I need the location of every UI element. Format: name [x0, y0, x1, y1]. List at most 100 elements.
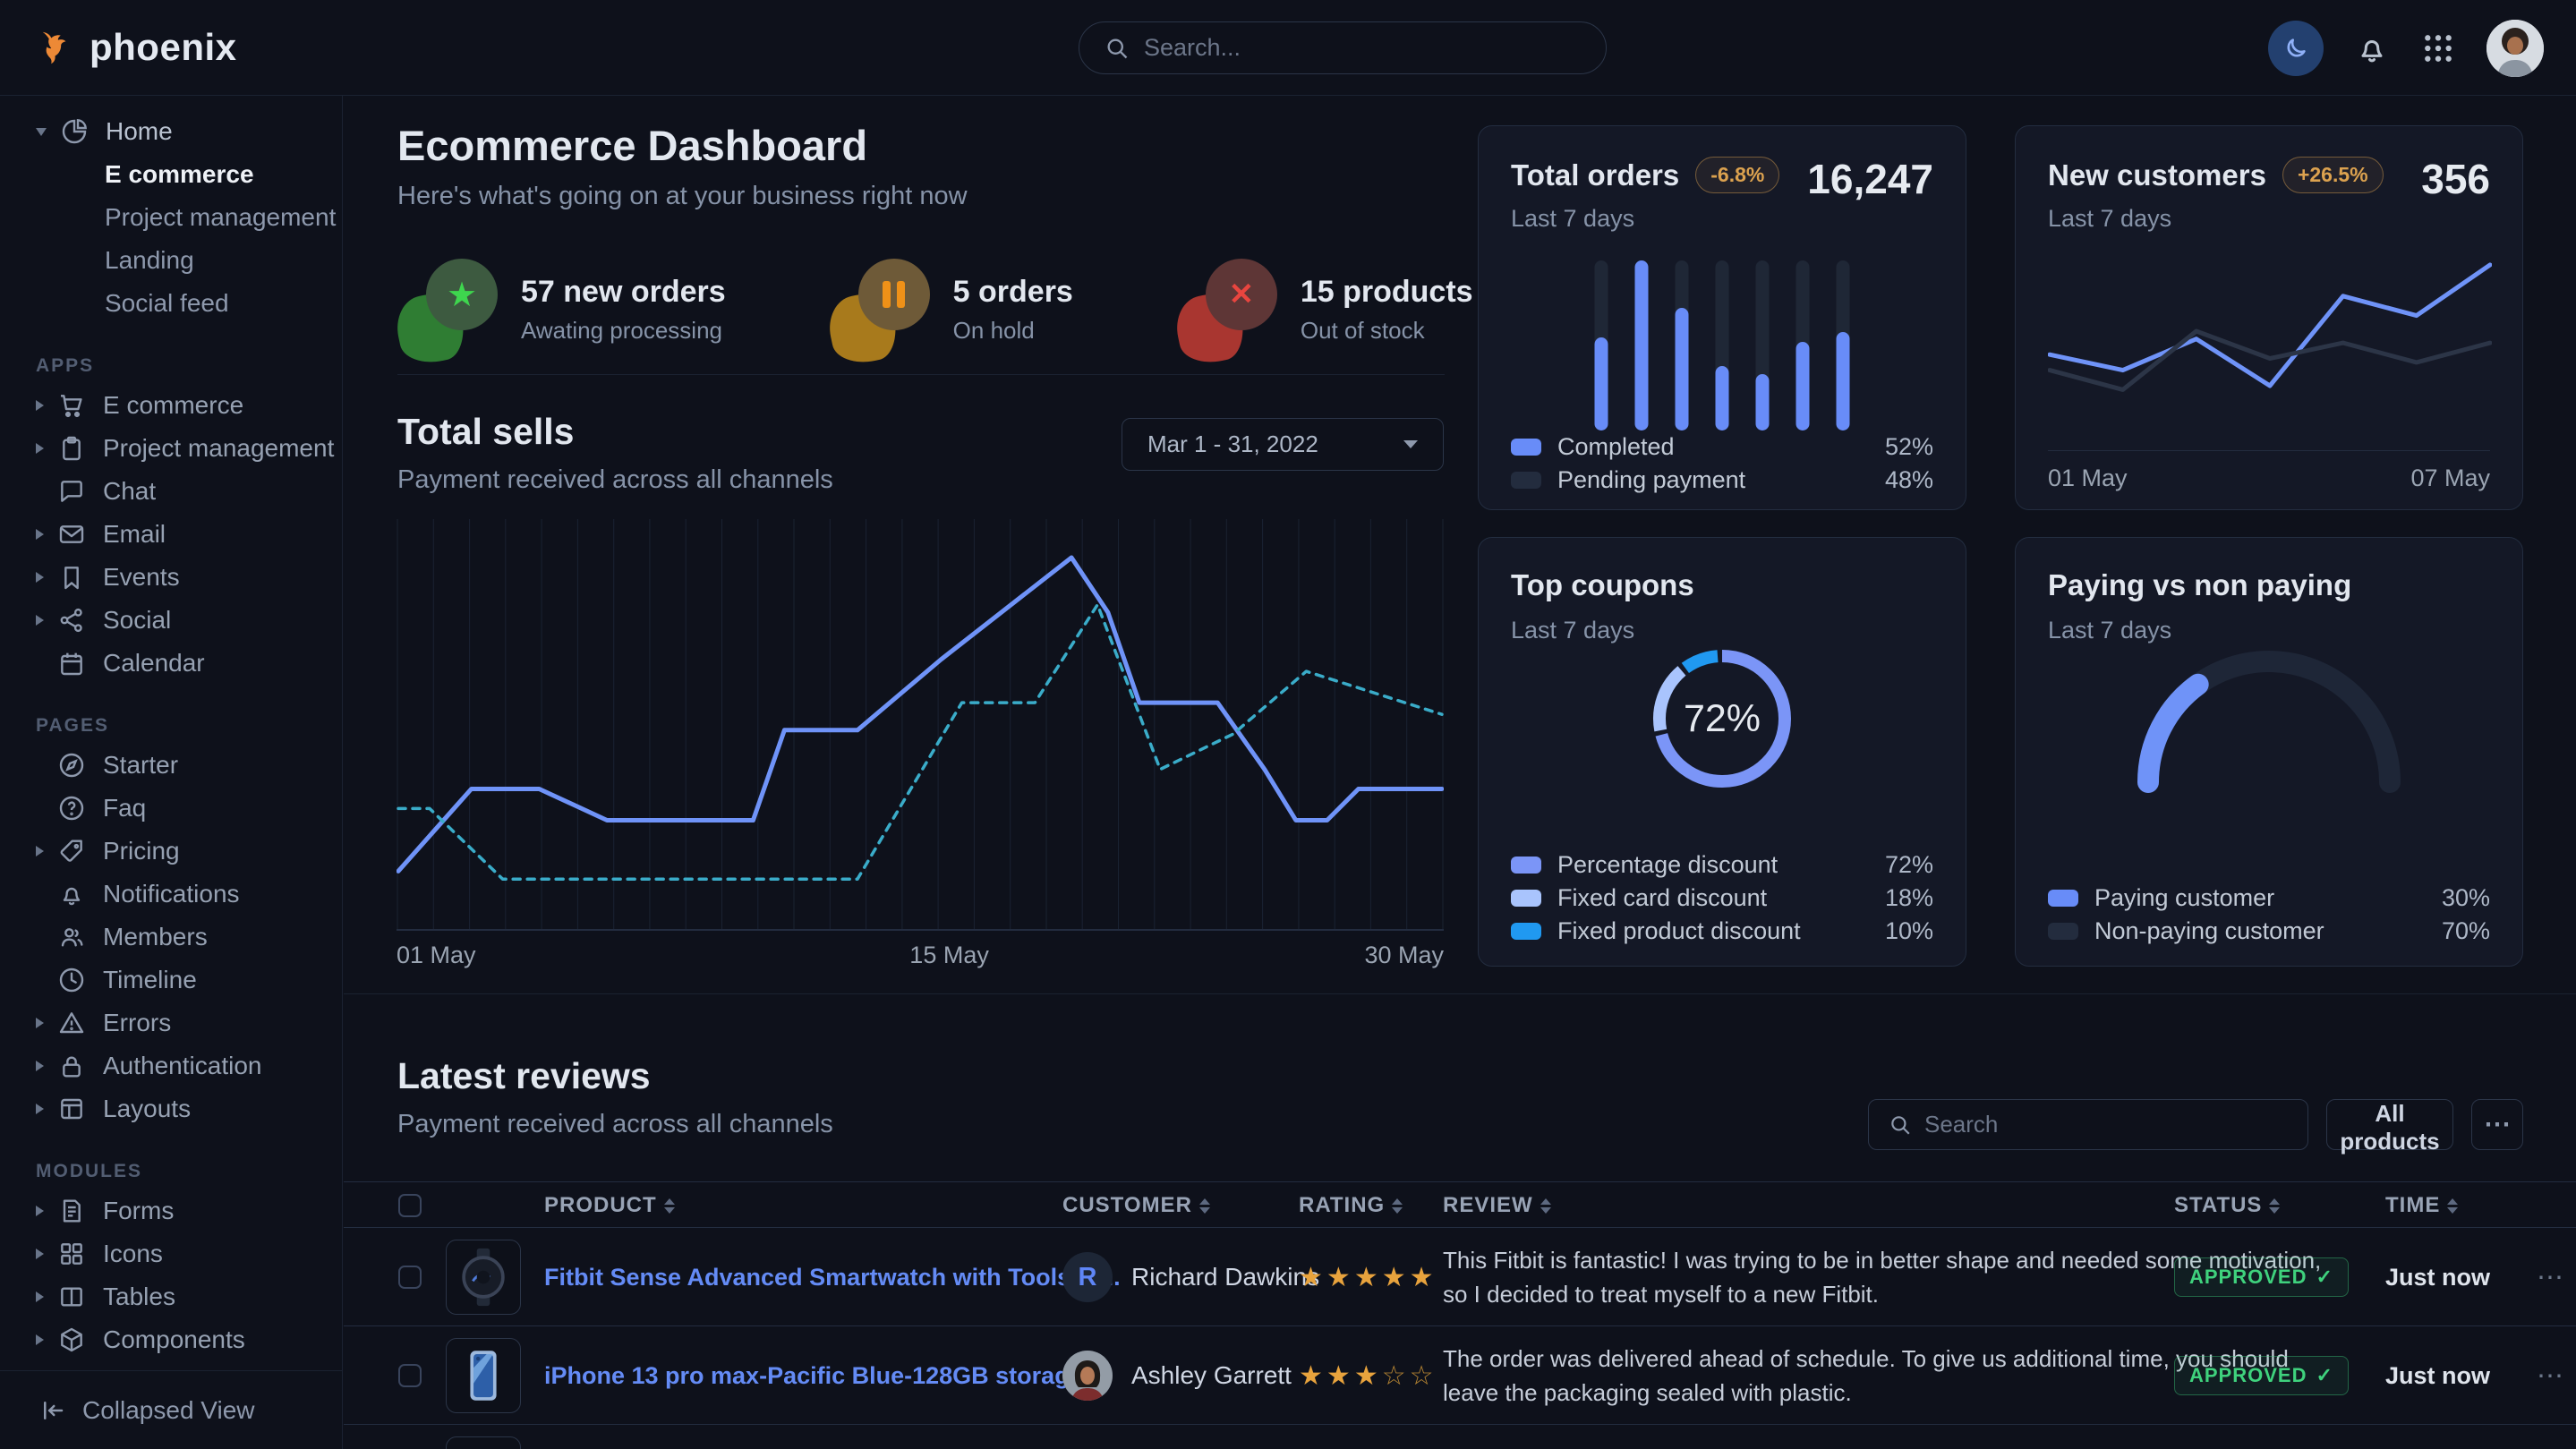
- legend-item: Non-paying customer70%: [2048, 915, 2490, 948]
- chevron-right-icon: [36, 400, 44, 411]
- column-status[interactable]: STATUS: [2174, 1182, 2280, 1229]
- box-icon: [56, 1325, 87, 1355]
- total-sells-chart: [397, 519, 1444, 931]
- sort-icon: [1392, 1198, 1403, 1214]
- legend-item: Completed52%: [1511, 430, 1933, 464]
- all-products-button[interactable]: All products: [2326, 1099, 2453, 1150]
- review-time: Just now: [2385, 1264, 2490, 1291]
- sidebar-item-components[interactable]: Components: [0, 1318, 342, 1361]
- orders-bar-chart: [1595, 260, 1850, 430]
- sidebar-item-pricing[interactable]: Pricing: [0, 830, 342, 873]
- row-menu-button[interactable]: ⋯: [2537, 1262, 2563, 1293]
- chevron-right-icon: [36, 1249, 44, 1259]
- row-checkbox[interactable]: [398, 1266, 422, 1289]
- review-text: The order was delivered ahead of schedul…: [1443, 1342, 2289, 1410]
- stat-new-orders: ★ 57 new ordersAwating processing: [397, 257, 726, 362]
- reviews-search-input[interactable]: [1924, 1111, 2288, 1138]
- user-avatar[interactable]: [2486, 20, 2544, 77]
- sidebar-item-members[interactable]: Members: [0, 916, 342, 959]
- row-menu-button[interactable]: ⋯: [2537, 1360, 2563, 1392]
- card-title: Top coupons: [1511, 568, 1694, 602]
- sidebar-item-events[interactable]: Events: [0, 556, 342, 599]
- column-customer[interactable]: CUSTOMER: [1062, 1182, 1210, 1229]
- sidebar-item-forms[interactable]: Forms: [0, 1189, 342, 1232]
- sidebar-item-authentication[interactable]: Authentication: [0, 1044, 342, 1087]
- select-all-checkbox[interactable]: [398, 1194, 422, 1217]
- divider: [397, 374, 1445, 375]
- top-coupons-card: Top coupons Last 7 days 72% Percentage d…: [1478, 537, 1966, 967]
- chevron-right-icon: [36, 615, 44, 626]
- total-sells-title: Total sells: [397, 411, 833, 453]
- legend-item: Pending payment48%: [1511, 464, 1933, 497]
- row-checkbox[interactable]: [398, 1364, 422, 1387]
- sidebar-item-faq[interactable]: Faq: [0, 787, 342, 830]
- brand-logo[interactable]: phoenix: [0, 26, 343, 69]
- customer-avatar[interactable]: R: [1062, 1252, 1113, 1302]
- file-text-icon: [56, 1196, 87, 1226]
- sidebar-item-notifications[interactable]: Notifications: [0, 873, 342, 916]
- product-link[interactable]: Fitbit Sense Advanced Smartwatch with To…: [544, 1264, 1121, 1291]
- sidebar-item-calendar[interactable]: Calendar: [0, 642, 342, 685]
- paying-legend: Paying customer30% Non-paying customer70…: [2048, 882, 2490, 948]
- table-row: Fitbit Sense Advanced Smartwatch with To…: [344, 1228, 2576, 1326]
- warning-triangle-icon: [56, 1008, 87, 1038]
- sidebar-item-email[interactable]: Email: [0, 513, 342, 556]
- bookmark-icon: [56, 562, 87, 592]
- sidebar-item-project-management-dashboard[interactable]: Project management: [0, 196, 342, 239]
- column-review[interactable]: REVIEW: [1443, 1182, 1551, 1229]
- sidebar-item-home[interactable]: Home: [0, 110, 342, 153]
- date-range-select[interactable]: Mar 1 - 31, 2022: [1122, 418, 1444, 471]
- customer-avatar[interactable]: [1062, 1351, 1113, 1401]
- product-image[interactable]: [446, 1338, 521, 1413]
- check-icon: ✓: [2316, 1364, 2333, 1387]
- sidebar-item-social-feed[interactable]: Social feed: [0, 282, 342, 325]
- compass-icon: [56, 750, 87, 780]
- apps-grid-button[interactable]: [2420, 30, 2456, 66]
- new-customers-value: 356: [2421, 155, 2490, 203]
- sidebar-item-errors[interactable]: Errors: [0, 1002, 342, 1044]
- calendar-icon: [56, 648, 87, 678]
- column-time[interactable]: TIME: [2385, 1182, 2458, 1229]
- status-badge: APPROVED✓: [2174, 1356, 2349, 1395]
- sidebar-section-pages: PAGES: [36, 715, 342, 737]
- legend-item: Percentage discount72%: [1511, 848, 1933, 882]
- global-search[interactable]: [1079, 21, 1607, 74]
- collapse-left-icon: [39, 1397, 66, 1424]
- customer-name: Ashley Garrett: [1131, 1361, 1292, 1390]
- sidebar-item-project-management[interactable]: Project management: [0, 427, 342, 470]
- rating-stars: ★★★★★: [1299, 1262, 1437, 1293]
- total-orders-value: 16,247: [1807, 155, 1933, 203]
- notifications-button[interactable]: [2354, 30, 2390, 66]
- search-input[interactable]: [1144, 34, 1581, 62]
- card-title: Paying vs non paying: [2048, 568, 2351, 602]
- sidebar-item-timeline[interactable]: Timeline: [0, 959, 342, 1002]
- product-link[interactable]: iPhone 13 pro max-Pacific Blue-128GB sto…: [544, 1362, 1083, 1390]
- sidebar-item-layouts[interactable]: Layouts: [0, 1087, 342, 1130]
- sidebar-item-tables[interactable]: Tables: [0, 1275, 342, 1318]
- sidebar-item-landing[interactable]: Landing: [0, 239, 342, 282]
- product-image[interactable]: [446, 1240, 521, 1315]
- chevron-down-icon: [1403, 440, 1418, 448]
- page-title: Ecommerce Dashboard: [397, 121, 867, 170]
- card-period: Last 7 days: [1511, 205, 1634, 233]
- column-rating[interactable]: RATING: [1299, 1182, 1403, 1229]
- reviews-search[interactable]: [1868, 1099, 2308, 1150]
- sidebar-item-chat[interactable]: Chat: [0, 470, 342, 513]
- sidebar-item-ecommerce-app[interactable]: E commerce: [0, 384, 342, 427]
- theme-toggle-button[interactable]: [2268, 21, 2324, 76]
- sidebar-item-icons[interactable]: Icons: [0, 1232, 342, 1275]
- sort-icon: [1540, 1198, 1551, 1214]
- product-image[interactable]: [446, 1436, 521, 1449]
- collapse-sidebar-button[interactable]: Collapsed View: [0, 1370, 342, 1449]
- table-row: iPhone 13 pro max-Pacific Blue-128GB sto…: [344, 1326, 2576, 1425]
- sidebar-item-starter[interactable]: Starter: [0, 744, 342, 787]
- sidebar-item-ecommerce-dashboard[interactable]: E commerce: [0, 153, 342, 196]
- chevron-right-icon: [36, 572, 44, 583]
- table-row: [344, 1425, 2576, 1449]
- sidebar-item-social[interactable]: Social: [0, 599, 342, 642]
- chevron-right-icon: [36, 1206, 44, 1216]
- divider: [344, 993, 2576, 994]
- reviews-more-button[interactable]: ⋯: [2471, 1099, 2523, 1150]
- column-product[interactable]: PRODUCT: [544, 1182, 675, 1229]
- chevron-right-icon: [36, 529, 44, 540]
